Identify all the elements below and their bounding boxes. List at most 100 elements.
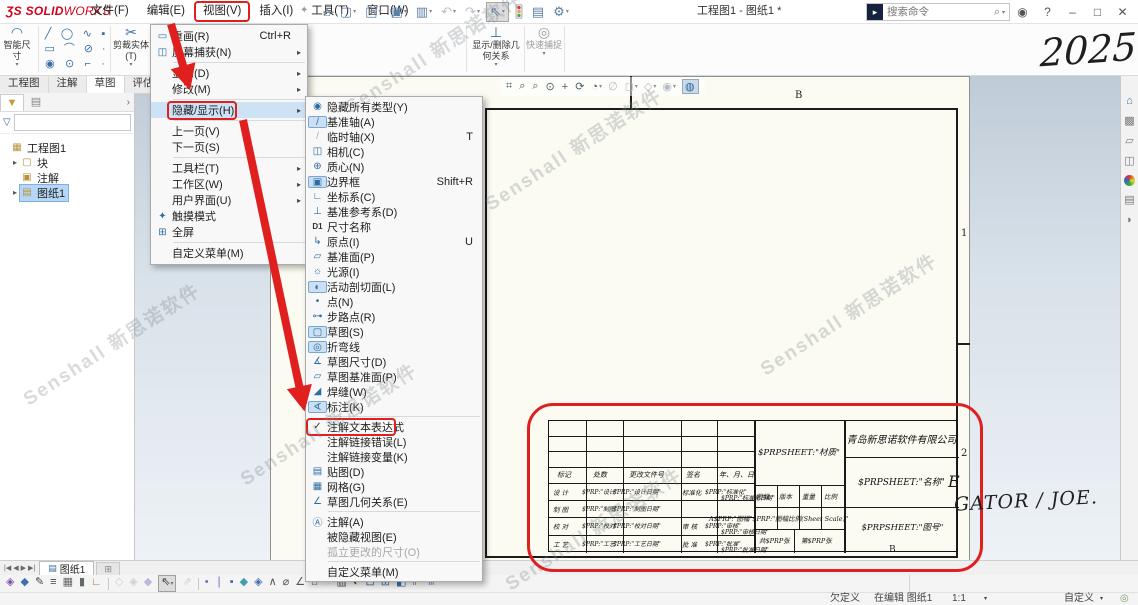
view-settings-icon[interactable]: ◉▾ bbox=[662, 80, 676, 93]
menu-item-previous-page[interactable]: 上一页(V) bbox=[151, 123, 307, 139]
sketch-tool-icon[interactable]: · bbox=[101, 58, 105, 71]
view-orientation-icon[interactable]: ◔▾ bbox=[591, 81, 602, 93]
sketch-tool-icon[interactable]: ⌒ bbox=[64, 43, 75, 56]
menu-item-customize-menu[interactable]: 自定义菜单(M) bbox=[151, 245, 307, 261]
menu-item-user-interface[interactable]: 用户界面(U) ▸ bbox=[151, 192, 307, 208]
save-icon[interactable]: ▣▾ bbox=[387, 3, 409, 21]
select-tool-icon[interactable]: ⇖▾ bbox=[486, 2, 509, 22]
tag-icon[interactable]: ◎ bbox=[1120, 593, 1129, 605]
menu-item-lights[interactable]: ☼ 光源(I) bbox=[306, 264, 482, 279]
print-icon[interactable]: ▥▾ bbox=[413, 3, 435, 21]
home-icon[interactable]: ⌂ bbox=[320, 3, 334, 20]
custom-status[interactable]: 自定义 bbox=[1064, 593, 1094, 605]
solidworks-resources-icon[interactable]: ⌂ bbox=[1126, 95, 1133, 107]
menu-item-full-screen[interactable]: ⊞ 全屏 bbox=[151, 224, 307, 240]
menu-item-touch-mode[interactable]: ✦ 触摸模式 bbox=[151, 208, 307, 224]
linebar-icon[interactable]: ◈ bbox=[254, 576, 262, 591]
menu-item-annotation-text-expression[interactable]: ✓ 注解文本表达式 bbox=[306, 419, 482, 434]
menu-item-live-section-planes[interactable]: ◐ 活动剖切面(L) bbox=[306, 279, 482, 294]
zoom-to-fit-icon[interactable]: ⌗ bbox=[506, 80, 513, 93]
section-view-icon[interactable]: ∅ bbox=[608, 80, 619, 93]
search-icon[interactable]: ⌕ bbox=[994, 6, 1002, 19]
menu-item-sketch-planes[interactable]: ▱ 草图基准面(P) bbox=[306, 369, 482, 384]
menu-item-toolbars[interactable]: 工具栏(T) ▸ bbox=[151, 160, 307, 176]
menu-item-datum-reference-frame[interactable]: ⊥ 基准参考系(D) bbox=[306, 204, 482, 219]
menu-item-points[interactable]: • 点(N) bbox=[306, 294, 482, 309]
menu-item-grid[interactable]: ▦ 网格(G) bbox=[306, 479, 482, 494]
custom-dropdown-icon[interactable]: ▾ bbox=[1100, 593, 1103, 605]
edit-appearance-icon[interactable]: ◍ bbox=[682, 79, 699, 94]
menu-item-routing-points[interactable]: ⊶ 步路点(R) bbox=[306, 309, 482, 324]
zoom-to-selection-icon[interactable]: ⊙ bbox=[546, 80, 556, 93]
menu-view[interactable]: 视图(V) bbox=[194, 1, 250, 22]
quick-snaps-button[interactable]: ◎ 快速捕捉 ▾ bbox=[526, 25, 562, 58]
menu-item-annotations[interactable]: Ⓐ 注解(A) bbox=[306, 514, 482, 529]
custom-properties-icon[interactable]: ▤ bbox=[1124, 194, 1134, 206]
menu-item-screen-capture[interactable]: ◫ 屏幕捕获(N) ▸ bbox=[151, 44, 307, 60]
menu-item-weld-beads[interactable]: ◢ 焊缝(W) bbox=[306, 384, 482, 399]
sketch-tool-icon[interactable]: ⊘ bbox=[84, 43, 93, 56]
account-icon[interactable]: ◉ bbox=[1010, 5, 1035, 19]
redo-icon[interactable]: ↷▾ bbox=[462, 3, 483, 21]
sheet-nav-icon[interactable]: ◀ bbox=[13, 564, 18, 572]
panel-expand-icon[interactable]: › bbox=[127, 97, 134, 108]
open-icon[interactable]: ◳▾ bbox=[362, 3, 384, 21]
color-display-mode-icon[interactable]: ∟ bbox=[91, 576, 102, 591]
sketch-tool-icon[interactable]: ▭ bbox=[44, 43, 54, 56]
feature-tree-tab-icon[interactable]: ▼ bbox=[0, 94, 24, 111]
menu-item-sketch-relations[interactable]: ∠ 草图几何关系(E) bbox=[306, 494, 482, 509]
view-palette-icon[interactable]: ◫ bbox=[1124, 155, 1134, 167]
sheet-scale[interactable]: 1:1 bbox=[952, 593, 966, 605]
line-thickness-icon[interactable]: ✎ bbox=[35, 576, 44, 591]
forum-icon[interactable]: ◗ bbox=[1126, 214, 1133, 226]
add-sheet-tab[interactable]: ⊞ bbox=[96, 562, 120, 575]
menu-insert[interactable]: 插入(I) bbox=[250, 1, 302, 22]
menu-item-center-of-mass[interactable]: ⊕ 质心(N) bbox=[306, 159, 482, 174]
appearances-scenes-icon[interactable] bbox=[1124, 175, 1135, 186]
lasso-select-icon[interactable]: ⇗ bbox=[182, 576, 191, 591]
trim-entities-button[interactable]: ✂ 剪裁实体(T) ▾ bbox=[112, 25, 150, 69]
menu-item-sketch-dimensions[interactable]: ∡ 草图尺寸(D) bbox=[306, 354, 482, 369]
sheet-nav-icon[interactable]: ▶ bbox=[21, 564, 26, 572]
display-delete-relations-button[interactable]: ⊥ 显示/删除几何关系 ▾ bbox=[468, 25, 524, 69]
menu-item-next-page[interactable]: 下一页(S) bbox=[151, 139, 307, 155]
sheet-nav-icon[interactable]: |◀ bbox=[4, 564, 11, 572]
menu-item-temporary-axis[interactable]: / 临时轴(X) T bbox=[306, 129, 482, 144]
property-tab-icon[interactable]: ▤ bbox=[24, 94, 48, 111]
tab-annotation[interactable]: 注解 bbox=[49, 75, 87, 93]
linebar-icon[interactable]: • bbox=[205, 576, 209, 591]
scale-dropdown-icon[interactable]: ▾ bbox=[984, 593, 987, 605]
sheet-nav-icon[interactable]: ▶| bbox=[28, 564, 35, 572]
linebar-icon[interactable]: ◈ bbox=[129, 576, 137, 591]
filter-input[interactable] bbox=[14, 114, 131, 131]
design-library-icon[interactable]: ▩ bbox=[1124, 115, 1134, 127]
linebar-icon[interactable]: ◆ bbox=[240, 576, 248, 591]
menu-item-customize-menu[interactable]: 自定义菜单(M) bbox=[306, 564, 482, 579]
zoom-to-area-icon[interactable]: ⌕ bbox=[519, 80, 526, 93]
linebar-icon[interactable]: ▪ bbox=[230, 576, 234, 591]
menu-file[interactable]: 文件(F) bbox=[82, 1, 138, 22]
menu-item-hidden-views[interactable]: 被隐藏视图(E) bbox=[306, 529, 482, 544]
linebar-icon[interactable] bbox=[198, 578, 199, 590]
menu-item-isolated-changed-dimensions[interactable]: 孤立更改的尺寸(O) bbox=[306, 544, 482, 559]
pan-icon[interactable]: + bbox=[562, 81, 569, 93]
menu-edit[interactable]: 编辑(E) bbox=[138, 1, 194, 22]
menu-item-display[interactable]: 显示(D) ▸ bbox=[151, 65, 307, 81]
pin-icon[interactable]: ✦ bbox=[300, 5, 308, 16]
menu-item-origins[interactable]: ↳ 原点(I) U bbox=[306, 234, 482, 249]
layer-icon[interactable]: ◈ bbox=[6, 576, 14, 591]
tree-item-blocks[interactable]: ▸ ▢块 bbox=[0, 155, 134, 170]
menu-item-annotation-link-variables[interactable]: 注解链接变量(K) bbox=[306, 449, 482, 464]
sketch-tool-icon[interactable]: ∿ bbox=[83, 28, 92, 41]
menu-item-datum-axis[interactable]: / 基准轴(A) bbox=[306, 114, 482, 129]
smart-dimension-button[interactable]: ◠ 智能尺寸 ▾ bbox=[0, 25, 34, 69]
menu-item-camera[interactable]: ◫ 相机(C) bbox=[306, 144, 482, 159]
tree-item-annotations[interactable]: ▣注解 bbox=[0, 170, 134, 185]
menu-item-bend-lines[interactable]: ◎ 折弯线 bbox=[306, 339, 482, 354]
tab-sketch[interactable]: 草图 bbox=[87, 75, 125, 93]
display-style-icon[interactable]: ◻▾ bbox=[625, 80, 638, 93]
linebar-icon[interactable]: ⌀ bbox=[283, 576, 290, 591]
linebar-icon[interactable]: ∧ bbox=[269, 576, 277, 591]
sketch-tool-icon[interactable]: ◉ bbox=[45, 58, 55, 71]
undo-icon[interactable]: ↶▾ bbox=[438, 3, 459, 21]
